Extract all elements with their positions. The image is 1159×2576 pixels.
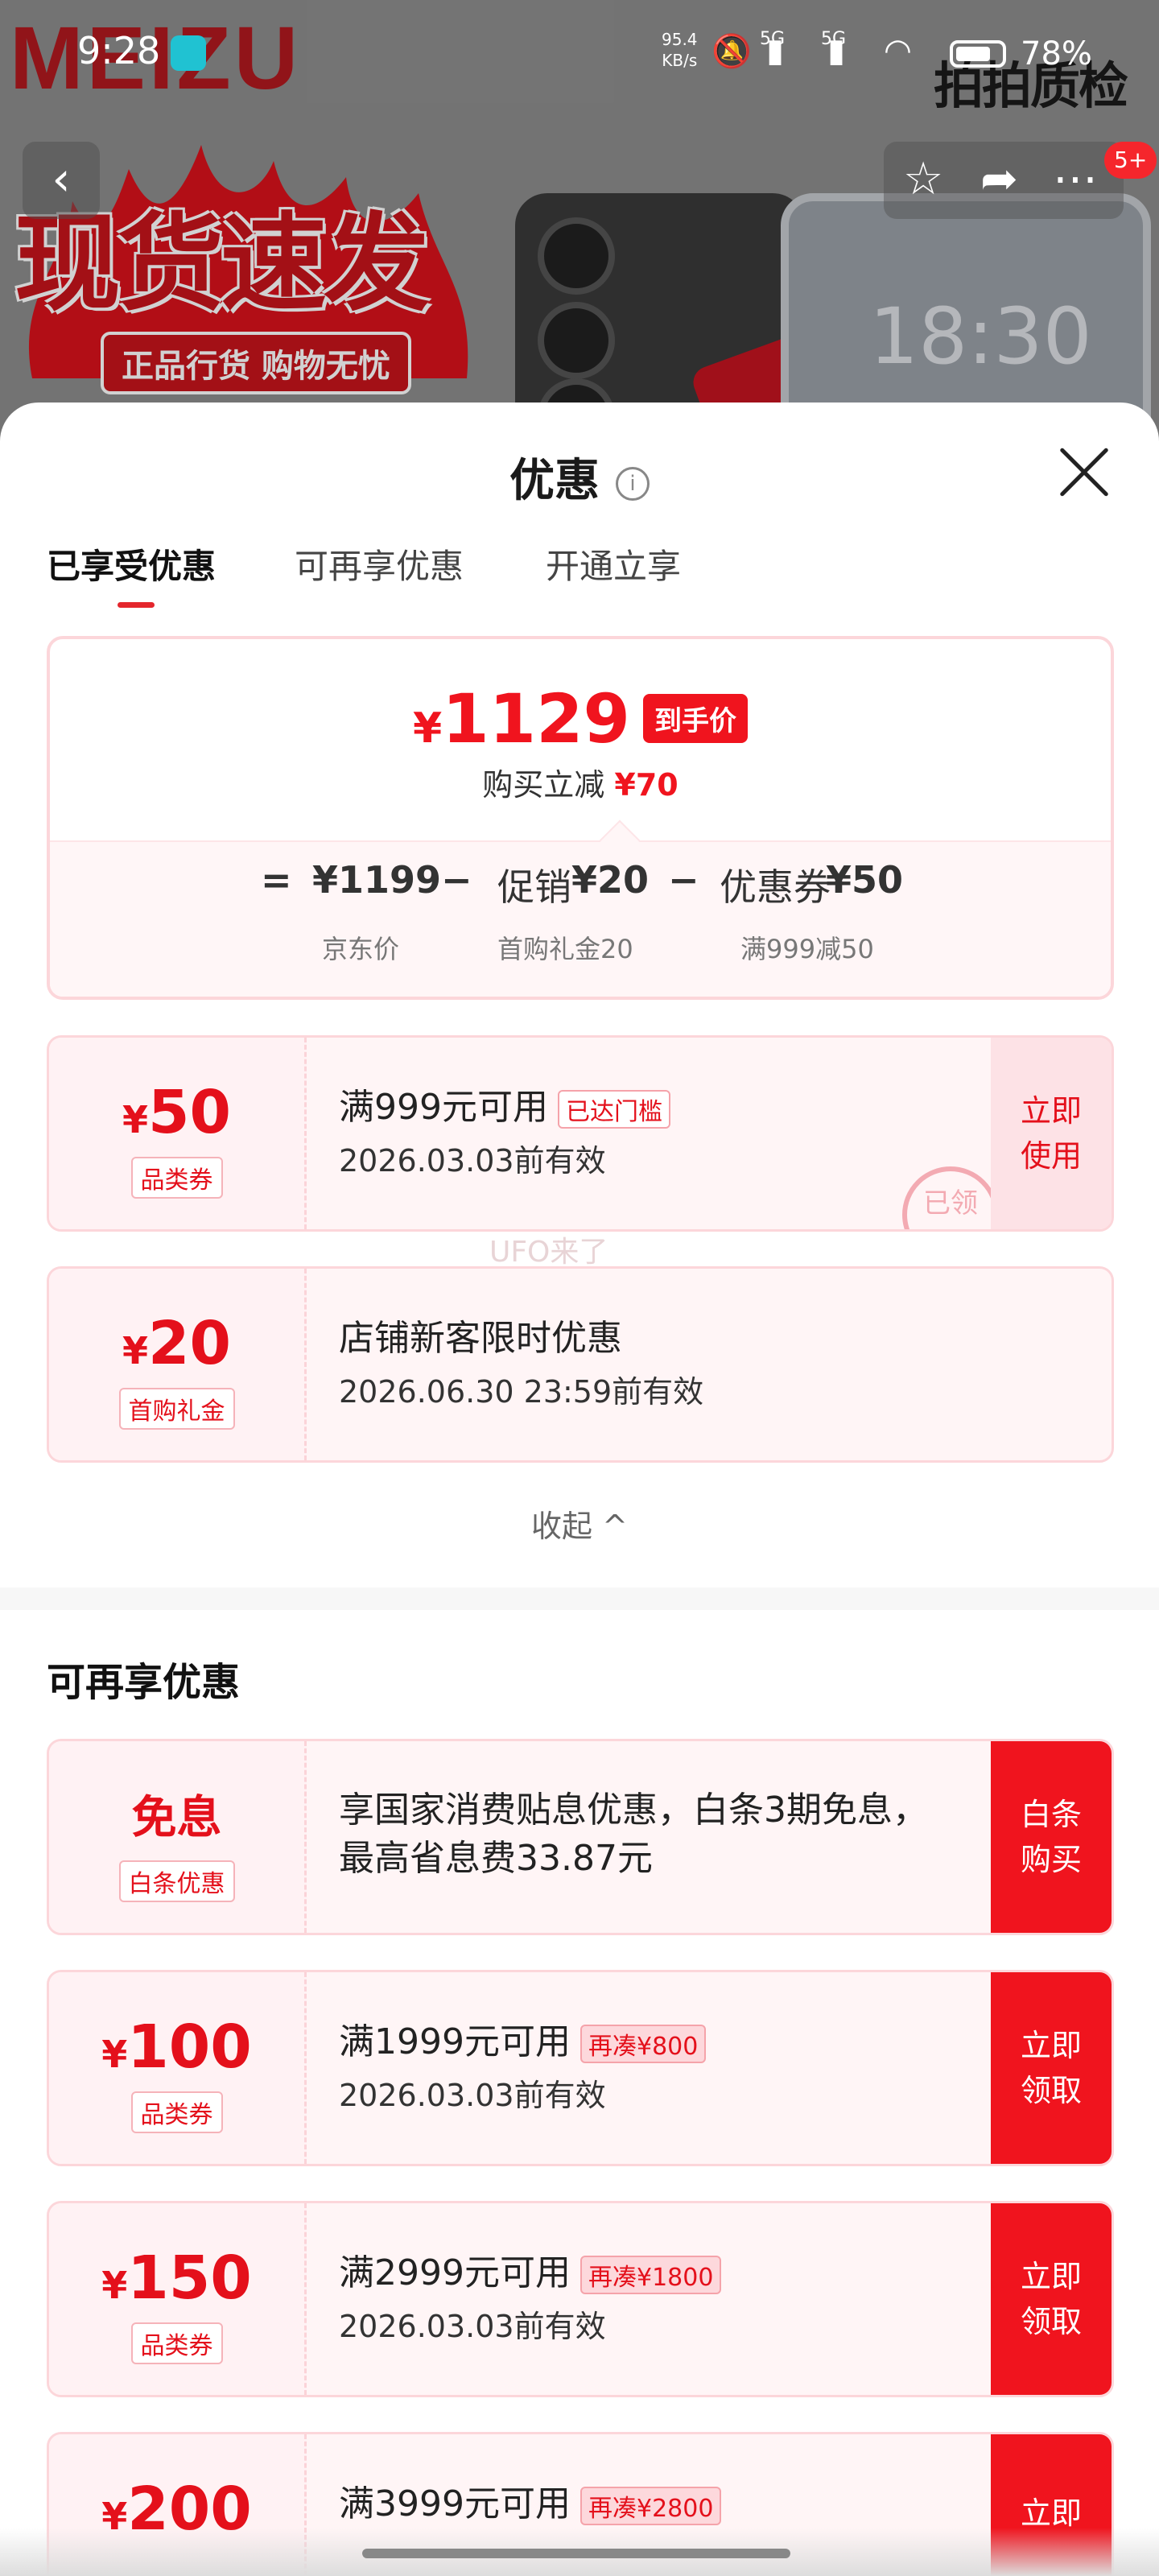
chevron-left-icon: ‹	[52, 151, 71, 206]
wifi-icon: ◠	[884, 32, 912, 69]
final-price: ¥1129 到手价	[50, 679, 1111, 758]
minus-sign-2: −	[668, 858, 699, 902]
base-price-caption: 京东价	[322, 934, 400, 964]
offer-card-interest-free: 免息 白条优惠 享国家消费贴息优惠，白条3期免息，最高省息费33.87元 白条 …	[47, 1739, 1114, 1935]
instant-discount: 购买立减 ¥70	[482, 767, 678, 803]
coupon-card: ¥50 品类券 满999元可用 已达门槛 2026.03.03前有效 已领 立即 …	[47, 1035, 1114, 1232]
minus-sign: −	[441, 858, 472, 902]
coupon-condition: 满2999元可用 再凑¥1800	[339, 2244, 722, 2295]
coupon-amount: ¥50	[122, 1078, 231, 1147]
mute-icon: 🔕	[711, 33, 752, 70]
coupon-type-badge: 品类券	[130, 1157, 223, 1199]
tab-activate[interactable]: 开通立享	[546, 539, 681, 588]
coupon-card: ¥20 首购礼金 店铺新客限时优惠 2026.06.30 23:59前有效	[47, 1266, 1114, 1463]
promo-caption: 首购礼金20	[497, 934, 633, 964]
active-tab-indicator	[118, 602, 155, 608]
signal-icon: ▮	[766, 32, 785, 69]
coupon-condition: 满1999元可用 再凑¥800	[339, 2013, 707, 2064]
app-notification-icon	[171, 35, 206, 71]
price-summary-card: ¥1129 到手价 购买立减 ¥70 = ¥1199 − 促销 ¥20 − 优惠券…	[47, 636, 1114, 1000]
section-title-more-offers: 可再享优惠	[47, 1660, 241, 1705]
discount-sheet: 优惠 i 已享受优惠 可再享优惠 开通立享 ¥1129 到手价 购买立减 ¥70 =…	[0, 402, 1159, 2576]
battery-icon	[950, 40, 1006, 68]
claim-button[interactable]: 立即 领取	[991, 1972, 1112, 2164]
collapse-button[interactable]: 收起 ^	[0, 1501, 1159, 1546]
threshold-met-badge: 已达门槛	[557, 1090, 670, 1129]
coupon-condition: 店铺新客限时优惠	[339, 1318, 622, 1359]
baitiao-buy-button[interactable]: 白条 购买	[991, 1741, 1112, 1933]
promo-label: 促销	[497, 865, 571, 909]
offer-type-badge: 白条优惠	[118, 1860, 235, 1902]
status-bar: 9:28 95.4 KB/s 🔕 5G ▮ 5G ▮ ◠ 78%	[0, 0, 1159, 105]
home-indicator[interactable]	[362, 2549, 790, 2558]
coupon-value: ¥50	[826, 858, 904, 902]
coupon-validity: 2026.03.03前有效	[339, 2309, 606, 2344]
coupon-label: 优惠券	[720, 865, 831, 909]
coupon-condition: 满3999元可用 再凑¥2800	[339, 2475, 722, 2526]
watermark-text: UFO来了	[489, 1236, 608, 1269]
base-price: ¥1199	[312, 858, 442, 902]
status-time: 9:28	[77, 29, 161, 72]
use-now-button[interactable]: 立即 使用	[991, 1038, 1112, 1229]
info-icon[interactable]: i	[616, 466, 650, 501]
star-icon[interactable]: ☆	[903, 153, 943, 205]
tab-more-available[interactable]: 可再享优惠	[295, 539, 464, 588]
coupon-type-badge: 品类券	[130, 2322, 223, 2364]
gap-badge: 再凑¥1800	[580, 2256, 722, 2294]
back-button[interactable]: ‹	[23, 142, 100, 219]
final-price-tag: 到手价	[642, 694, 748, 743]
coupon-validity: 2026.03.03前有效	[339, 2078, 606, 2113]
coupon-type-badge: 品类券	[130, 2091, 223, 2133]
signal-icon-2: ▮	[827, 32, 846, 69]
share-icon[interactable]: ➦	[980, 153, 1018, 205]
sheet-title: 优惠 i	[0, 444, 1159, 510]
coupon-type-badge: 首购礼金	[118, 1388, 235, 1430]
close-icon[interactable]	[1056, 444, 1112, 501]
offer-amount: 免息	[131, 1792, 222, 1844]
coupon-card: ¥100 品类券 满1999元可用 再凑¥800 2026.03.03前有效 立即…	[47, 1970, 1114, 2166]
gap-badge: 再凑¥800	[580, 2025, 707, 2063]
coupon-amount: ¥20	[122, 1309, 231, 1378]
coupon-validity: 2026.06.30 23:59前有效	[339, 1374, 704, 1410]
nav-action-group: ☆ ➦ ⋯	[884, 142, 1124, 219]
tab-enjoyed[interactable]: 已享受优惠	[47, 539, 216, 588]
equals-sign: =	[261, 858, 292, 902]
promo-value: ¥20	[571, 858, 650, 902]
battery-percent: 78%	[1021, 35, 1092, 72]
network-speed: 95.4 KB/s	[662, 30, 698, 70]
coupon-condition: 满999元可用 已达门槛	[339, 1078, 670, 1129]
coupon-amount: ¥100	[101, 2013, 252, 2082]
coupon-amount: ¥150	[101, 2244, 252, 2313]
claim-button[interactable]: 立即 领取	[991, 2203, 1112, 2395]
coupon-caption: 满999减50	[740, 934, 874, 964]
section-divider	[0, 1587, 1159, 1610]
message-badge: 5+	[1104, 142, 1157, 179]
claimed-stamp: 已领	[902, 1166, 999, 1229]
offer-description: 享国家消费贴息优惠，白条3期免息，最高省息费33.87元	[339, 1790, 928, 1879]
coupon-validity: 2026.03.03前有效	[339, 1143, 606, 1179]
more-icon[interactable]: ⋯	[1053, 153, 1098, 205]
coupon-card: ¥150 品类券 满2999元可用 再凑¥1800 2026.03.03前有效 立…	[47, 2201, 1114, 2397]
gap-badge: 再凑¥2800	[580, 2487, 722, 2525]
